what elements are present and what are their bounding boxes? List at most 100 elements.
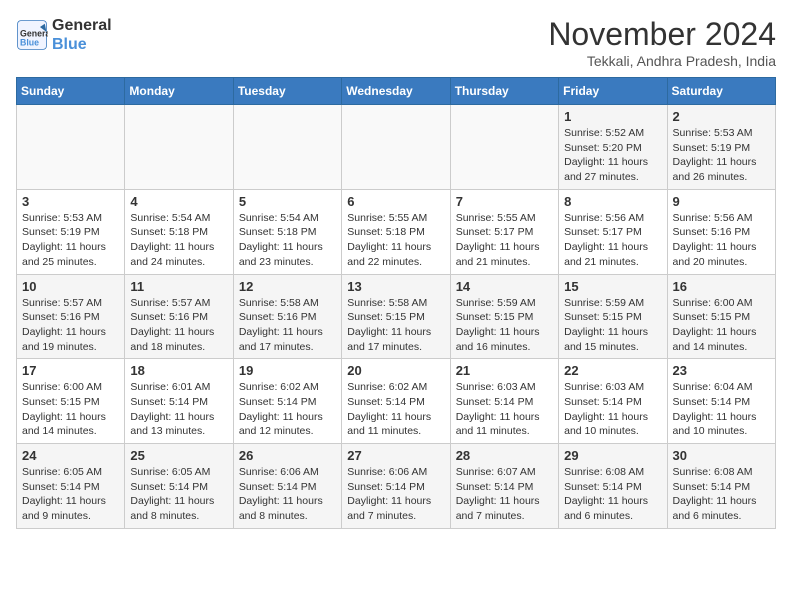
calendar-cell: 26 Sunrise: 6:06 AMSunset: 5:14 PMDaylig… [233,444,341,529]
day-number: 28 [456,448,553,463]
calendar-cell: 20 Sunrise: 6:02 AMSunset: 5:14 PMDaylig… [342,359,450,444]
calendar-cell: 23 Sunrise: 6:04 AMSunset: 5:14 PMDaylig… [667,359,775,444]
calendar-cell [233,105,341,190]
header-cell: Sunday [17,78,125,105]
day-number: 24 [22,448,119,463]
day-detail: Sunrise: 6:07 AMSunset: 5:14 PMDaylight:… [456,465,553,524]
calendar-cell: 1 Sunrise: 5:52 AMSunset: 5:20 PMDayligh… [559,105,667,190]
day-detail: Sunrise: 5:58 AMSunset: 5:15 PMDaylight:… [347,296,444,355]
day-number: 5 [239,194,336,209]
calendar-cell: 24 Sunrise: 6:05 AMSunset: 5:14 PMDaylig… [17,444,125,529]
calendar-cell: 14 Sunrise: 5:59 AMSunset: 5:15 PMDaylig… [450,274,558,359]
calendar-cell: 13 Sunrise: 5:58 AMSunset: 5:15 PMDaylig… [342,274,450,359]
day-detail: Sunrise: 6:05 AMSunset: 5:14 PMDaylight:… [130,465,227,524]
calendar-cell: 25 Sunrise: 6:05 AMSunset: 5:14 PMDaylig… [125,444,233,529]
calendar-cell: 22 Sunrise: 6:03 AMSunset: 5:14 PMDaylig… [559,359,667,444]
day-number: 23 [673,363,770,378]
day-number: 7 [456,194,553,209]
day-number: 2 [673,109,770,124]
calendar-cell: 3 Sunrise: 5:53 AMSunset: 5:19 PMDayligh… [17,189,125,274]
calendar-cell: 19 Sunrise: 6:02 AMSunset: 5:14 PMDaylig… [233,359,341,444]
calendar-cell [342,105,450,190]
day-number: 26 [239,448,336,463]
header-cell: Wednesday [342,78,450,105]
day-detail: Sunrise: 6:08 AMSunset: 5:14 PMDaylight:… [673,465,770,524]
header-cell: Thursday [450,78,558,105]
day-number: 13 [347,279,444,294]
day-detail: Sunrise: 6:01 AMSunset: 5:14 PMDaylight:… [130,380,227,439]
month-title: November 2024 [548,16,776,53]
day-number: 9 [673,194,770,209]
header-row: SundayMondayTuesdayWednesdayThursdayFrid… [17,78,776,105]
day-detail: Sunrise: 6:04 AMSunset: 5:14 PMDaylight:… [673,380,770,439]
logo-icon: General Blue [16,19,48,51]
calendar-week: 17 Sunrise: 6:00 AMSunset: 5:15 PMDaylig… [17,359,776,444]
calendar-cell: 2 Sunrise: 5:53 AMSunset: 5:19 PMDayligh… [667,105,775,190]
day-number: 16 [673,279,770,294]
calendar-cell: 8 Sunrise: 5:56 AMSunset: 5:17 PMDayligh… [559,189,667,274]
day-detail: Sunrise: 5:52 AMSunset: 5:20 PMDaylight:… [564,126,661,185]
day-number: 18 [130,363,227,378]
calendar-cell: 4 Sunrise: 5:54 AMSunset: 5:18 PMDayligh… [125,189,233,274]
day-number: 22 [564,363,661,378]
day-number: 11 [130,279,227,294]
logo-text-general: General [52,16,112,35]
page-header: General Blue General Blue November 2024 … [16,16,776,69]
day-detail: Sunrise: 5:54 AMSunset: 5:18 PMDaylight:… [130,211,227,270]
calendar-cell: 30 Sunrise: 6:08 AMSunset: 5:14 PMDaylig… [667,444,775,529]
day-number: 25 [130,448,227,463]
calendar-week: 1 Sunrise: 5:52 AMSunset: 5:20 PMDayligh… [17,105,776,190]
day-number: 8 [564,194,661,209]
day-detail: Sunrise: 5:59 AMSunset: 5:15 PMDaylight:… [456,296,553,355]
logo-text-blue: Blue [52,35,112,54]
day-detail: Sunrise: 6:02 AMSunset: 5:14 PMDaylight:… [347,380,444,439]
day-number: 3 [22,194,119,209]
calendar-cell: 17 Sunrise: 6:00 AMSunset: 5:15 PMDaylig… [17,359,125,444]
calendar-cell: 16 Sunrise: 6:00 AMSunset: 5:15 PMDaylig… [667,274,775,359]
day-detail: Sunrise: 5:59 AMSunset: 5:15 PMDaylight:… [564,296,661,355]
calendar-cell: 5 Sunrise: 5:54 AMSunset: 5:18 PMDayligh… [233,189,341,274]
day-number: 17 [22,363,119,378]
day-detail: Sunrise: 6:00 AMSunset: 5:15 PMDaylight:… [673,296,770,355]
day-detail: Sunrise: 6:06 AMSunset: 5:14 PMDaylight:… [239,465,336,524]
day-detail: Sunrise: 5:55 AMSunset: 5:18 PMDaylight:… [347,211,444,270]
day-number: 15 [564,279,661,294]
header-cell: Friday [559,78,667,105]
calendar-cell: 21 Sunrise: 6:03 AMSunset: 5:14 PMDaylig… [450,359,558,444]
calendar-week: 24 Sunrise: 6:05 AMSunset: 5:14 PMDaylig… [17,444,776,529]
calendar-cell: 28 Sunrise: 6:07 AMSunset: 5:14 PMDaylig… [450,444,558,529]
day-detail: Sunrise: 5:57 AMSunset: 5:16 PMDaylight:… [130,296,227,355]
calendar-cell: 11 Sunrise: 5:57 AMSunset: 5:16 PMDaylig… [125,274,233,359]
calendar-cell: 9 Sunrise: 5:56 AMSunset: 5:16 PMDayligh… [667,189,775,274]
calendar-table: SundayMondayTuesdayWednesdayThursdayFrid… [16,77,776,529]
svg-text:Blue: Blue [20,38,39,48]
calendar-cell: 12 Sunrise: 5:58 AMSunset: 5:16 PMDaylig… [233,274,341,359]
day-number: 10 [22,279,119,294]
day-detail: Sunrise: 6:06 AMSunset: 5:14 PMDaylight:… [347,465,444,524]
day-detail: Sunrise: 5:55 AMSunset: 5:17 PMDaylight:… [456,211,553,270]
day-detail: Sunrise: 6:03 AMSunset: 5:14 PMDaylight:… [564,380,661,439]
day-number: 12 [239,279,336,294]
day-detail: Sunrise: 5:57 AMSunset: 5:16 PMDaylight:… [22,296,119,355]
day-number: 14 [456,279,553,294]
day-detail: Sunrise: 5:56 AMSunset: 5:17 PMDaylight:… [564,211,661,270]
calendar-cell [17,105,125,190]
day-number: 27 [347,448,444,463]
day-detail: Sunrise: 5:54 AMSunset: 5:18 PMDaylight:… [239,211,336,270]
day-number: 4 [130,194,227,209]
calendar-cell: 7 Sunrise: 5:55 AMSunset: 5:17 PMDayligh… [450,189,558,274]
day-detail: Sunrise: 6:03 AMSunset: 5:14 PMDaylight:… [456,380,553,439]
calendar-cell: 15 Sunrise: 5:59 AMSunset: 5:15 PMDaylig… [559,274,667,359]
header-cell: Monday [125,78,233,105]
calendar-cell: 10 Sunrise: 5:57 AMSunset: 5:16 PMDaylig… [17,274,125,359]
header-cell: Tuesday [233,78,341,105]
calendar-header: SundayMondayTuesdayWednesdayThursdayFrid… [17,78,776,105]
day-detail: Sunrise: 6:00 AMSunset: 5:15 PMDaylight:… [22,380,119,439]
calendar-cell: 29 Sunrise: 6:08 AMSunset: 5:14 PMDaylig… [559,444,667,529]
day-number: 21 [456,363,553,378]
calendar-week: 3 Sunrise: 5:53 AMSunset: 5:19 PMDayligh… [17,189,776,274]
day-number: 19 [239,363,336,378]
day-detail: Sunrise: 6:02 AMSunset: 5:14 PMDaylight:… [239,380,336,439]
calendar-week: 10 Sunrise: 5:57 AMSunset: 5:16 PMDaylig… [17,274,776,359]
day-number: 1 [564,109,661,124]
